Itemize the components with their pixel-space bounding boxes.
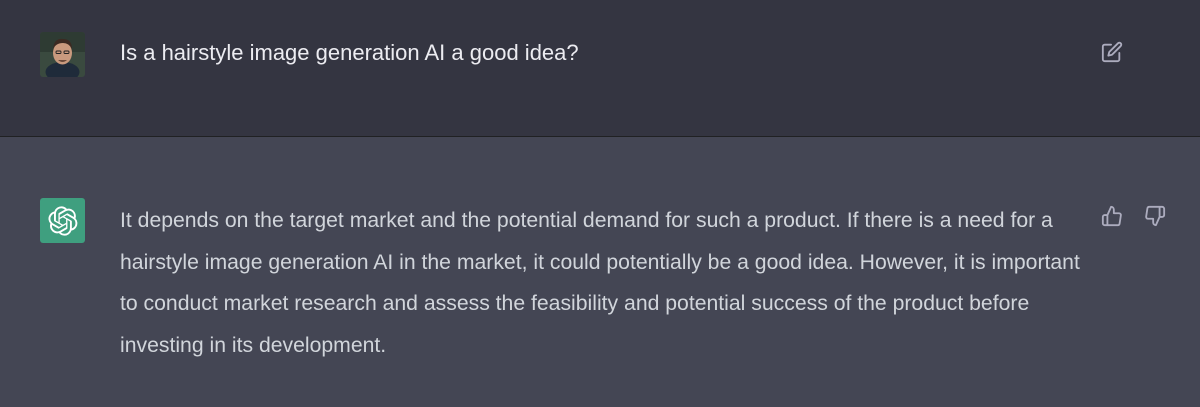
chat-thread: Is a hairstyle image generation AI a goo… [0,0,1200,407]
thumbs-up-button[interactable] [1099,203,1125,229]
thumbs-up-icon [1101,205,1122,227]
thumbs-down-icon [1145,205,1166,227]
edit-icon [1101,41,1123,63]
edit-message-button[interactable] [1099,39,1125,65]
thumbs-down-button[interactable] [1142,203,1168,229]
user-message: Is a hairstyle image generation AI a goo… [0,0,1200,137]
openai-logo-icon [47,205,77,236]
assistant-message: It depends on the target market and the … [0,137,1200,407]
assistant-avatar [40,198,85,243]
assistant-message-text: It depends on the target market and the … [120,209,1080,357]
user-message-text: Is a hairstyle image generation AI a goo… [120,40,579,65]
user-avatar [40,32,85,77]
